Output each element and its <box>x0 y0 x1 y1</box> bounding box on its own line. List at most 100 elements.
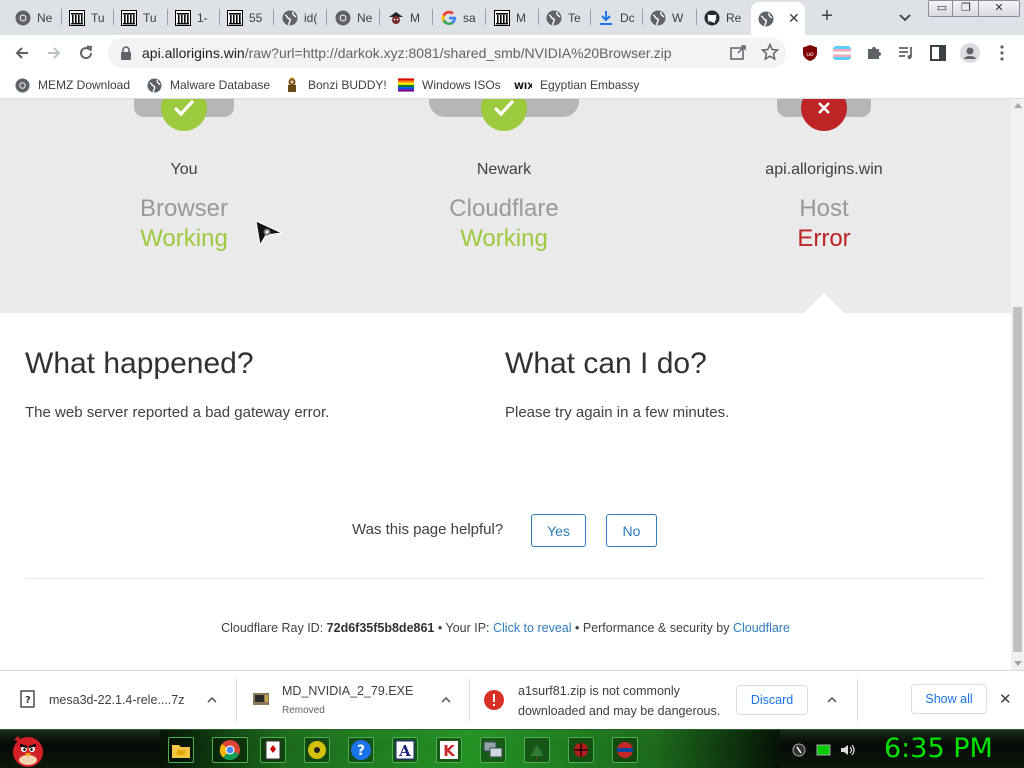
volume-tray-icon[interactable] <box>840 742 856 758</box>
discard-button[interactable]: Discard <box>736 685 808 715</box>
restore-button[interactable]: ❐ <box>952 0 980 17</box>
tab[interactable]: Dc <box>591 4 641 31</box>
chevron-up-icon[interactable] <box>826 693 840 707</box>
back-button[interactable] <box>10 41 34 65</box>
trans-flag-extension-icon[interactable] <box>832 43 852 63</box>
media-controls-icon[interactable] <box>896 43 916 63</box>
error-x-icon <box>801 99 847 131</box>
show-all-downloads-button[interactable]: Show all <box>911 684 987 714</box>
battery-tray-icon[interactable] <box>816 742 832 758</box>
feedback-row: Was this page helpful? Yes No <box>0 514 1011 548</box>
close-tab-icon[interactable]: ✕ <box>788 10 800 27</box>
ray-id-value: 72d6f35f5b8de861 <box>326 621 435 635</box>
tab[interactable]: Te <box>539 4 589 31</box>
cd-player-icon[interactable] <box>304 737 330 763</box>
mouse-cursor-icon <box>254 219 284 252</box>
url-host: api.allorigins.win <box>142 45 245 61</box>
angry-bird-start-icon[interactable] <box>6 730 46 768</box>
tab[interactable]: M <box>381 4 431 31</box>
network-icon[interactable] <box>480 737 506 763</box>
url-text[interactable]: api.allorigins.win/raw?url=http://darkok… <box>142 45 672 61</box>
scrollbar-thumb[interactable] <box>1013 307 1022 652</box>
tab-search-icon[interactable] <box>896 8 914 26</box>
station-location: You <box>170 161 198 178</box>
tab-title: Ne <box>357 10 373 25</box>
tab[interactable]: sa <box>434 4 484 31</box>
font-viewer-icon[interactable]: A <box>392 737 418 763</box>
forward-button[interactable] <box>42 41 66 65</box>
cloudflare-link[interactable]: Cloudflare <box>733 621 790 635</box>
feedback-no-button[interactable]: No <box>606 514 657 547</box>
extensions-puzzle-icon[interactable] <box>864 43 884 63</box>
taskbar-clock[interactable]: 6:35 PM <box>884 733 993 764</box>
lock-icon[interactable] <box>120 46 132 65</box>
chevron-up-icon[interactable] <box>206 693 220 707</box>
footer: Cloudflare Ray ID: 72d6f35f5b8de861 • Yo… <box>0 621 1011 635</box>
bookmark-malware-database[interactable]: Malware Database <box>146 75 270 95</box>
side-panel-icon[interactable] <box>928 43 948 63</box>
vertical-scrollbar[interactable] <box>1011 99 1024 670</box>
scroll-down-arrow-icon[interactable] <box>1014 661 1022 666</box>
wix-icon: WIX <box>514 77 532 93</box>
bookmark-windows-isos[interactable]: Windows ISOs <box>398 75 501 95</box>
download-item-a1surf81[interactable]: a1surf81.zip is not commonly downloaded … <box>484 671 854 729</box>
error-pointer-notch <box>804 293 844 313</box>
download-item-mesa3d[interactable]: ? mesa3d-22.1.4-rele....7z <box>20 671 230 729</box>
feedback-yes-button[interactable]: Yes <box>531 514 586 547</box>
address-bar[interactable]: api.allorigins.win/raw?url=http://darkok… <box>108 38 786 68</box>
share-icon[interactable] <box>728 42 748 62</box>
bookmark-label: Egyptian Embassy <box>540 78 640 92</box>
bookmark-star-icon[interactable] <box>760 42 780 62</box>
ublock-origin-icon[interactable]: uo <box>800 43 820 63</box>
badge-app-icon[interactable] <box>612 737 638 763</box>
tab-separator <box>485 9 486 25</box>
tree-app-icon[interactable] <box>524 737 550 763</box>
scroll-up-arrow-icon[interactable] <box>1014 103 1022 108</box>
tab[interactable]: Ne <box>8 4 60 31</box>
chevron-up-icon[interactable] <box>440 693 454 707</box>
bookmark-egyptian-embassy[interactable]: WIX Egyptian Embassy <box>514 75 639 95</box>
bonzi-icon <box>284 77 300 93</box>
tab[interactable]: 55 <box>220 4 272 31</box>
help-icon[interactable]: ? <box>348 737 374 763</box>
forward-arrow-icon <box>48 47 61 59</box>
download-item-md-nvidia[interactable]: MD_NVIDIA_2_79.EXE Removed <box>252 671 462 729</box>
tab[interactable]: W <box>643 4 695 31</box>
bookmark-bonzi-buddy[interactable]: Bonzi BUDDY! <box>284 75 387 95</box>
profile-avatar[interactable] <box>960 43 980 63</box>
tab[interactable]: id( <box>275 4 325 31</box>
svg-text:K: K <box>443 742 456 760</box>
bookmark-memz-download[interactable]: MEMZ Download <box>14 75 130 95</box>
tab[interactable]: Tu <box>62 4 112 31</box>
status-diagram-panel: You Browser Working Newark Cloudflare Wo… <box>0 99 1011 313</box>
chrome-icon <box>335 10 351 26</box>
tab-title: Ne <box>37 10 53 25</box>
reload-button[interactable] <box>74 41 98 65</box>
checkmark-icon <box>481 99 527 131</box>
new-tab-button[interactable]: + <box>816 6 838 28</box>
tab[interactable]: Tu <box>114 4 166 31</box>
divider <box>25 578 985 579</box>
close-window-button[interactable]: ✕ <box>978 0 1020 17</box>
tab-active[interactable]: ✕ <box>751 2 805 35</box>
k-app-icon[interactable]: K <box>436 737 462 763</box>
chrome-taskbar-icon[interactable] <box>212 737 248 763</box>
reveal-ip-link[interactable]: Click to reveal <box>493 621 572 635</box>
chrome-menu-icon[interactable] <box>992 43 1012 63</box>
tab-title: Re <box>726 10 742 25</box>
archive-icon <box>175 9 191 26</box>
google-icon <box>441 10 457 26</box>
tab[interactable]: M <box>487 4 537 31</box>
download-icon <box>598 10 614 26</box>
tab[interactable]: Re <box>697 4 749 31</box>
solitaire-icon[interactable] <box>260 737 286 763</box>
footer-separator: • <box>574 621 580 635</box>
file-explorer-icon[interactable] <box>168 737 194 763</box>
ray-id-label: Cloudflare Ray ID: <box>221 621 324 635</box>
tab[interactable]: Ne <box>328 4 378 31</box>
notification-tray-icon[interactable] <box>791 742 807 758</box>
what-happened-text: The web server reported a bad gateway er… <box>25 404 330 421</box>
tab[interactable]: 1- <box>168 4 218 31</box>
spider-icon[interactable] <box>568 737 594 763</box>
close-shelf-icon[interactable]: ✕ <box>999 690 1012 708</box>
